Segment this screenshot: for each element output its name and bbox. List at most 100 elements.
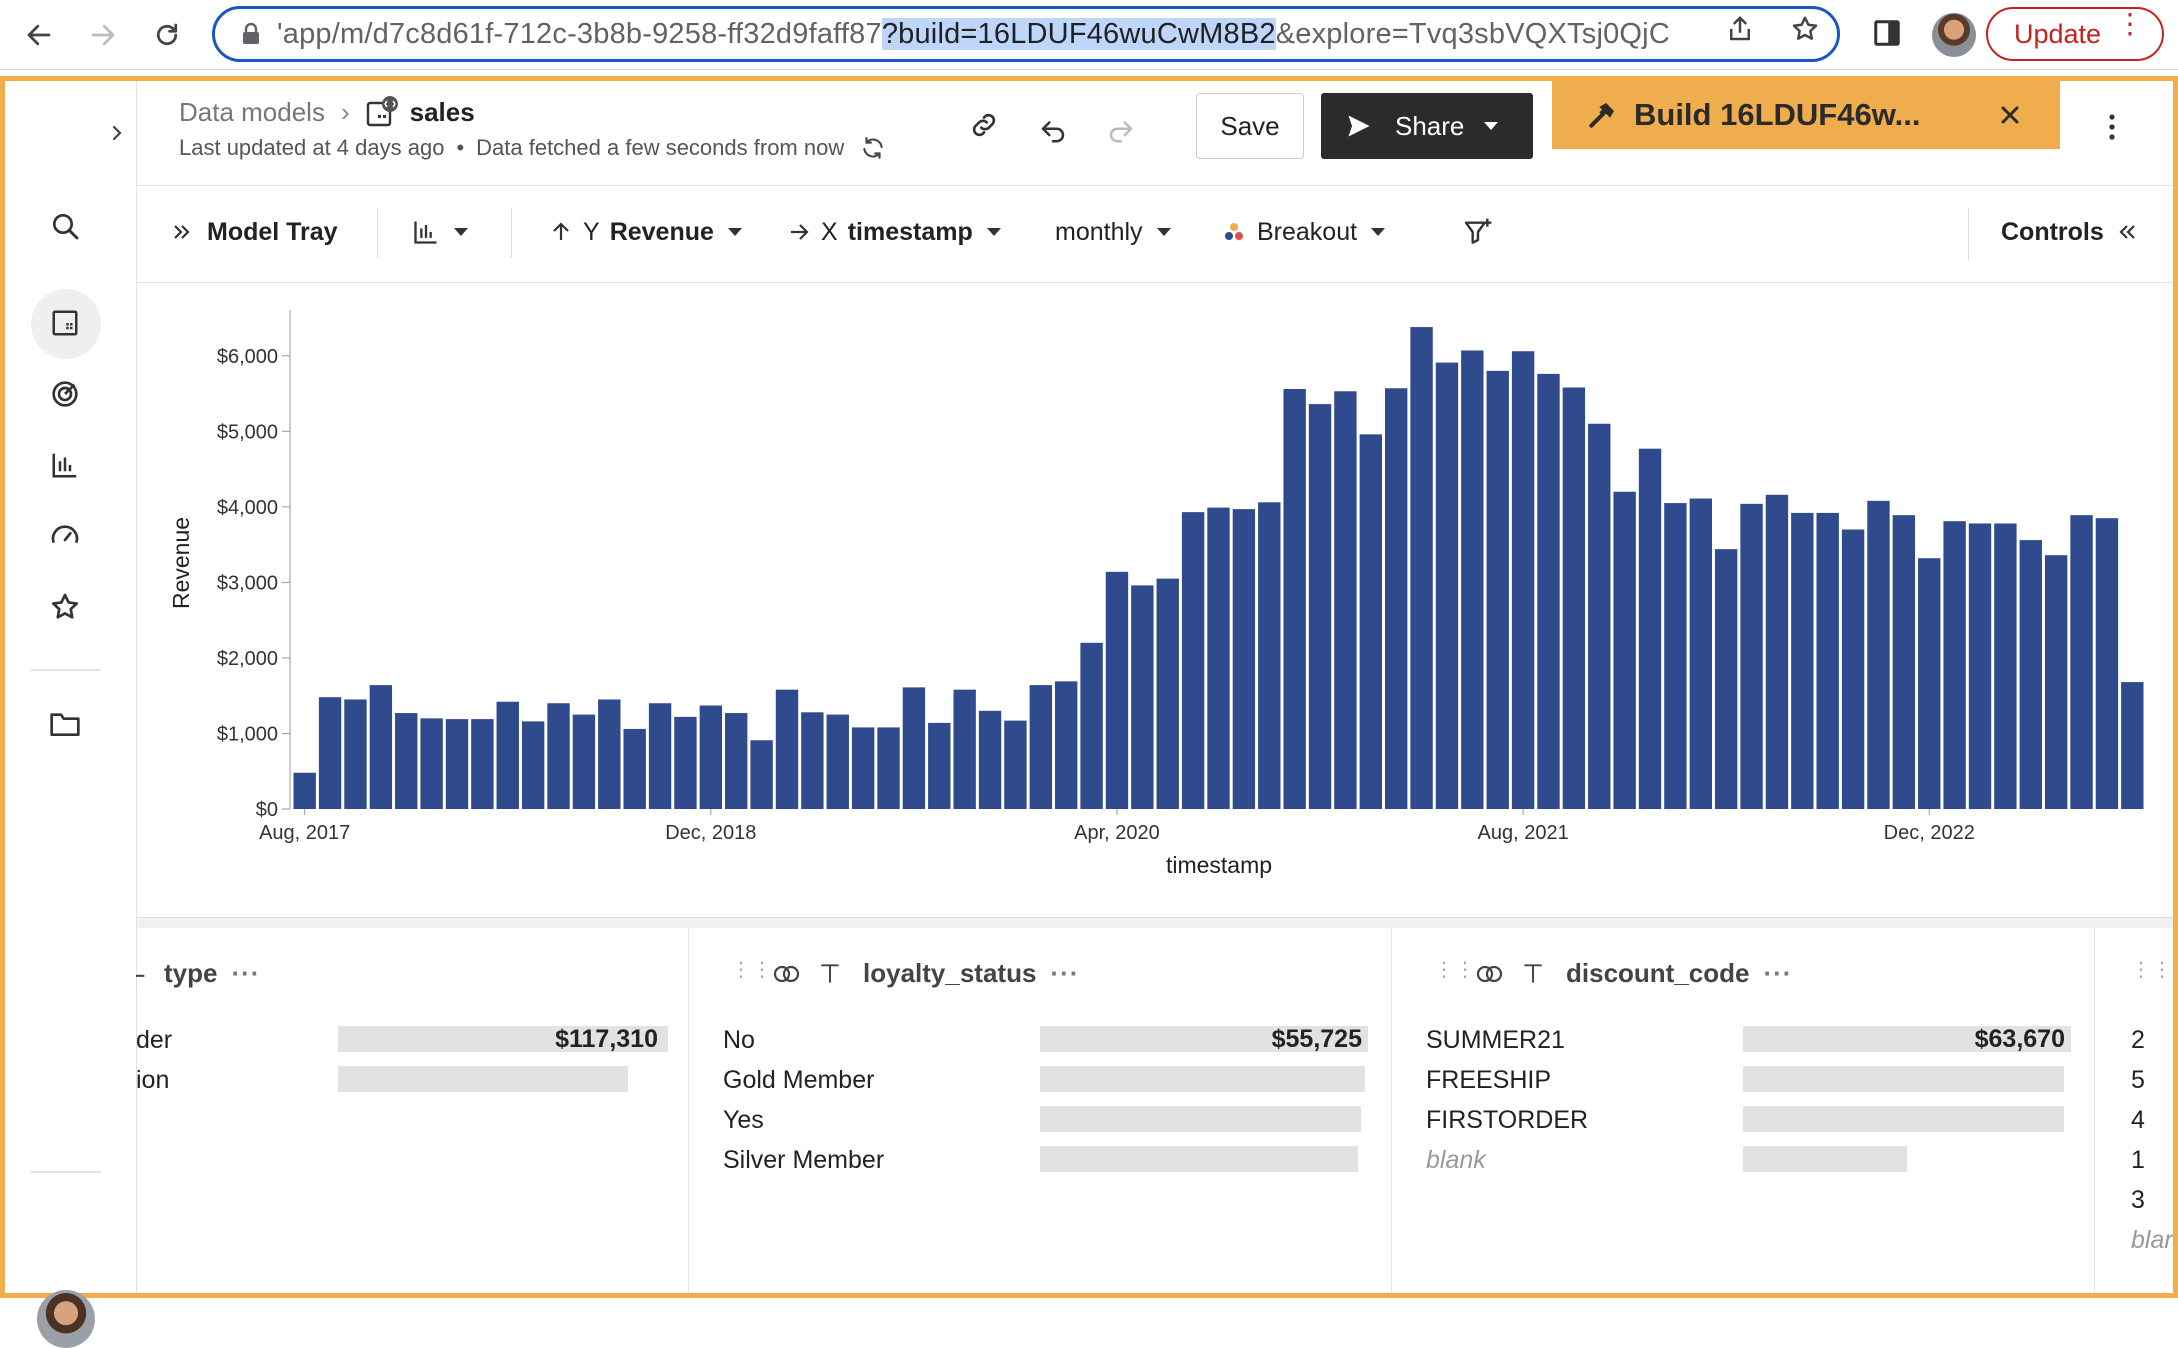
chart-bar[interactable] — [1765, 494, 1789, 809]
chart-bar[interactable] — [1308, 404, 1332, 809]
chart-bar[interactable] — [1613, 491, 1636, 809]
value-row[interactable]: der $117,310 — [136, 1020, 688, 1060]
chart-bar[interactable] — [1791, 512, 1814, 809]
chart-bar[interactable] — [775, 689, 799, 809]
value-row[interactable]: blar — [2095, 1220, 2173, 1260]
add-filter-button[interactable] — [1462, 212, 1494, 252]
nav-dashboards[interactable] — [45, 516, 85, 556]
chart-bar[interactable] — [851, 727, 875, 809]
y-axis-select[interactable]: Y Revenue — [549, 212, 742, 252]
model-tray-button[interactable]: Model Tray — [171, 212, 338, 252]
chart-bar[interactable] — [1181, 512, 1205, 809]
chart-bar[interactable] — [1562, 387, 1586, 809]
chart-bar[interactable] — [623, 728, 646, 809]
value-row[interactable]: Silver Member — [689, 1140, 1391, 1180]
bookmark-star-icon[interactable] — [1790, 14, 1820, 44]
value-row[interactable]: Gold Member — [689, 1060, 1391, 1100]
drag-handle-icon[interactable]: ⋮⋮ — [731, 960, 773, 980]
column-more-icon[interactable]: ··· — [231, 958, 260, 989]
redo-button[interactable] — [1101, 110, 1141, 150]
share-button[interactable]: Share — [1321, 93, 1533, 159]
side-panel-icon[interactable] — [1872, 18, 1902, 48]
nav-charts[interactable] — [45, 445, 85, 485]
controls-toggle[interactable]: Controls — [2001, 212, 2138, 252]
column-more-icon[interactable]: ··· — [1050, 958, 1079, 989]
revenue-bar-chart[interactable]: $0 $1,000 $2,000 $3,000 $4,000 $5,000 $6,000 Au… — [137, 284, 2173, 920]
chart-bar[interactable] — [1029, 685, 1053, 809]
chart-bar[interactable] — [1689, 498, 1712, 809]
chart-bar[interactable] — [521, 721, 545, 809]
value-row[interactable]: No $55,725 — [689, 1020, 1391, 1060]
chart-bar[interactable] — [395, 713, 418, 809]
value-row[interactable]: blank — [1392, 1140, 2094, 1180]
chart-bar[interactable] — [1918, 558, 1941, 809]
value-row[interactable]: SUMMER21 $63,670 — [1392, 1020, 2094, 1060]
chart-bar[interactable] — [674, 716, 697, 809]
chart-bar[interactable] — [1511, 351, 1535, 809]
chart-bar[interactable] — [1131, 585, 1154, 809]
address-bar[interactable]: 'app/m/d7c8d61f-712c-3b8b-9258-ff32d9faf… — [212, 6, 1840, 62]
value-row[interactable]: 5 — [2095, 1060, 2173, 1100]
chart-bar[interactable] — [1588, 423, 1611, 809]
more-options-button[interactable] — [2092, 107, 2132, 147]
chart-bar[interactable] — [1664, 503, 1687, 809]
chart-bar[interactable] — [1714, 549, 1738, 809]
chart-bar[interactable] — [420, 718, 443, 809]
chart-bar[interactable] — [1156, 578, 1179, 809]
chart-bar[interactable] — [1461, 350, 1484, 809]
chart-bar[interactable] — [1867, 500, 1890, 809]
x-axis-select[interactable]: X timestamp — [787, 212, 1001, 252]
chart-bar[interactable] — [953, 689, 976, 809]
chart-bar[interactable] — [598, 699, 621, 809]
chart-bar[interactable] — [1740, 503, 1763, 809]
column-header[interactable]: loyalty_status ··· — [771, 958, 1079, 989]
chart-bar[interactable] — [1384, 388, 1408, 809]
chart-bar[interactable] — [826, 714, 849, 809]
forward-button[interactable] — [82, 14, 124, 56]
chart-bar[interactable] — [1359, 434, 1382, 809]
chart-bar[interactable] — [725, 713, 748, 809]
column-header[interactable]: discount_code ··· — [1474, 958, 1792, 989]
chart-bar[interactable] — [344, 699, 367, 809]
value-row[interactable]: 1 — [2095, 1140, 2173, 1180]
search-button[interactable] — [45, 206, 85, 246]
nav-data-models[interactable] — [45, 303, 85, 343]
nav-favorites[interactable] — [45, 587, 85, 627]
chart-bar[interactable] — [1283, 389, 1306, 809]
profile-avatar[interactable] — [1932, 13, 1976, 57]
undo-button[interactable] — [1033, 110, 1073, 150]
chart-bar[interactable] — [902, 687, 926, 809]
chart-bar[interactable] — [369, 685, 393, 809]
chart-bar[interactable] — [1816, 512, 1839, 809]
drag-handle-icon[interactable]: ⋮⋮ — [2131, 960, 2173, 980]
chart-bar[interactable] — [1080, 642, 1103, 809]
value-row[interactable]: FREESHIP — [1392, 1060, 2094, 1100]
granularity-select[interactable]: monthly — [1055, 212, 1171, 252]
chart-bar[interactable] — [2095, 518, 2119, 809]
chart-bar[interactable] — [1105, 571, 1129, 809]
chart-bar[interactable] — [2044, 555, 2068, 809]
column-more-icon[interactable]: ··· — [1763, 958, 1792, 989]
copy-link-button[interactable] — [964, 105, 1004, 145]
share-page-icon[interactable] — [1725, 14, 1755, 44]
chart-bar[interactable] — [1410, 327, 1433, 809]
chart-bar[interactable] — [1486, 370, 1509, 809]
chart-bar[interactable] — [699, 705, 723, 809]
chart-bar[interactable] — [293, 772, 316, 809]
chart-bar[interactable] — [1994, 523, 2017, 809]
chart-bar[interactable] — [318, 697, 342, 809]
value-row[interactable]: Yes — [689, 1100, 1391, 1140]
reload-button[interactable] — [146, 14, 188, 56]
chart-type-select[interactable] — [412, 212, 468, 252]
back-button[interactable] — [18, 14, 60, 56]
expand-sidebar-button[interactable] — [97, 113, 137, 153]
chart-bar[interactable] — [496, 701, 519, 809]
chart-bar[interactable] — [1232, 509, 1256, 809]
chart-bar[interactable] — [1968, 523, 1992, 809]
value-row[interactable]: 2 — [2095, 1020, 2173, 1060]
user-avatar[interactable] — [37, 1290, 95, 1348]
chart-bar[interactable] — [928, 722, 951, 809]
chart-bar[interactable] — [445, 719, 469, 809]
chart-bar[interactable] — [471, 719, 494, 809]
chart-bar[interactable] — [648, 703, 672, 809]
